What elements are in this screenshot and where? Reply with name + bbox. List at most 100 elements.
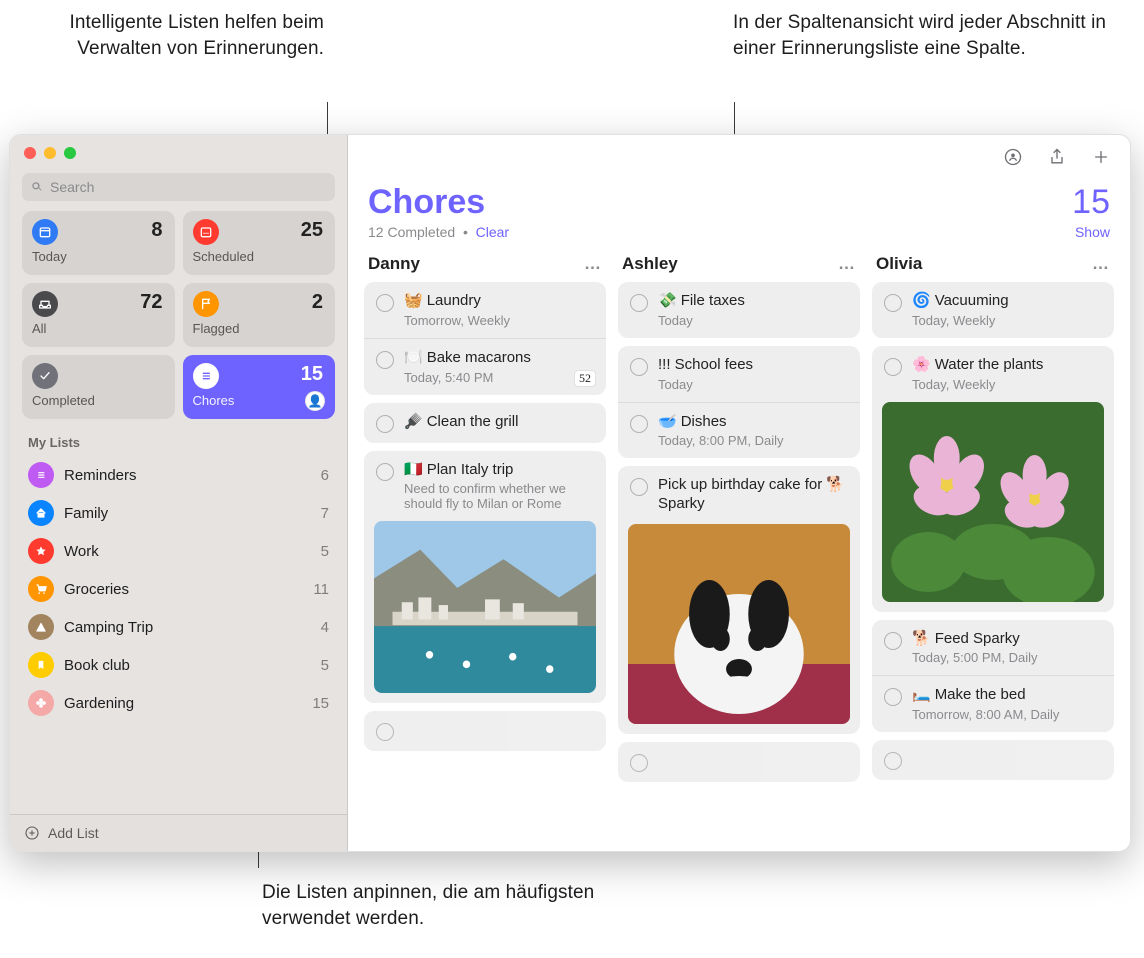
reminder-item[interactable]: 🌸Water the plantsToday, Weekly [872, 346, 1114, 402]
reminder-item[interactable]: 🧺LaundryTomorrow, Weekly [364, 282, 606, 338]
list-count: 7 [321, 505, 329, 522]
star-icon [28, 538, 54, 564]
column-title: Danny [368, 254, 420, 274]
add-list-button[interactable]: Add List [10, 814, 347, 851]
search-input[interactable]: Search [22, 173, 335, 201]
sidebar-item-camping-trip[interactable]: Camping Trip 4 [16, 608, 341, 646]
smart-list-label: Flagged [193, 321, 326, 336]
complete-toggle[interactable] [376, 351, 394, 369]
list-count: 15 [312, 695, 329, 712]
reminder-title: 🌀Vacuuming [912, 292, 1102, 311]
complete-toggle[interactable] [884, 632, 902, 650]
reminder-item[interactable]: 🥣DishesToday, 8:00 PM, Daily [618, 402, 860, 459]
complete-toggle[interactable] [376, 294, 394, 312]
reminder-item[interactable]: !!! School feesToday [618, 346, 860, 402]
reminder-item[interactable]: 🐕Feed SparkyToday, 5:00 PM, Daily [872, 620, 1114, 676]
reminder-item[interactable]: 🍽️Bake macaronsToday, 5:40 PM52 [364, 338, 606, 395]
sidebar: Search Today 8 Scheduled 25 All 72 Flagg… [10, 135, 348, 851]
reminder-item[interactable]: 🇮🇹Plan Italy tripNeed to confirm whether… [364, 451, 606, 522]
completed-count: 12 Completed [368, 224, 455, 240]
tray-icon [32, 291, 58, 317]
new-reminder-placeholder[interactable] [618, 742, 860, 782]
new-reminder-placeholder[interactable] [872, 740, 1114, 780]
reminder-item[interactable]: 🌀Vacuuming Today, Weekly [872, 282, 1114, 338]
sidebar-item-gardening[interactable]: Gardening 15 [16, 684, 341, 722]
reminder-image [374, 521, 596, 693]
complete-toggle[interactable] [884, 752, 902, 770]
reminder-subtitle: Today, 8:00 PM, Daily [658, 433, 848, 448]
callout-smart-lists: Intelligente Listen helfen beim Verwalte… [4, 10, 324, 61]
reminder-title: 🇮🇹Plan Italy trip [404, 461, 594, 480]
shared-avatar: 👤 [305, 391, 325, 411]
reminder-title: 🪮Clean the grill [404, 413, 594, 432]
sidebar-item-book-club[interactable]: Book club 5 [16, 646, 341, 684]
sidebar-item-work[interactable]: Work 5 [16, 532, 341, 570]
complete-toggle[interactable] [376, 463, 394, 481]
new-reminder-placeholder[interactable] [364, 711, 606, 751]
column-title: Ashley [622, 254, 678, 274]
clear-completed-button[interactable]: Clear [476, 224, 509, 240]
smart-list-completed[interactable]: Completed [22, 355, 175, 419]
new-reminder-button[interactable] [1090, 146, 1112, 168]
complete-toggle[interactable] [884, 294, 902, 312]
search-icon [30, 180, 44, 194]
complete-toggle[interactable] [376, 415, 394, 433]
smart-list-count: 15 [301, 363, 323, 386]
smart-list-count: 2 [312, 291, 323, 314]
list-header: Chores 15 12 Completed • Clear Show [348, 179, 1130, 244]
complete-toggle[interactable] [884, 688, 902, 706]
complete-toggle[interactable] [630, 358, 648, 376]
reminders-window: Search Today 8 Scheduled 25 All 72 Flagg… [9, 134, 1131, 852]
complete-toggle[interactable] [376, 723, 394, 741]
complete-toggle[interactable] [630, 754, 648, 772]
zoom-window-button[interactable] [64, 147, 76, 159]
smart-list-flagged[interactable]: Flagged 2 [183, 283, 336, 347]
show-completed-button[interactable]: Show [1075, 224, 1110, 240]
complete-toggle[interactable] [884, 358, 902, 376]
smart-list-today[interactable]: Today 8 [22, 211, 175, 275]
collaborate-button[interactable] [1002, 146, 1024, 168]
reminder-card [872, 740, 1114, 780]
person-badge-icon [1003, 147, 1023, 167]
share-button[interactable] [1046, 146, 1068, 168]
reminder-item[interactable]: 🛏️Make the bedTomorrow, 8:00 AM, Daily [872, 675, 1114, 732]
column-menu-button[interactable]: … [584, 254, 602, 274]
smart-list-scheduled[interactable]: Scheduled 25 [183, 211, 336, 275]
list-count: 5 [321, 657, 329, 674]
reminder-title: 🧺Laundry [404, 292, 594, 311]
column-menu-button[interactable]: … [1092, 254, 1110, 274]
smart-list-chores[interactable]: Chores 15 👤 [183, 355, 336, 419]
reminder-card: 💸File taxesToday [618, 282, 860, 338]
complete-toggle[interactable] [630, 415, 648, 433]
reminder-card [364, 711, 606, 751]
reminder-item[interactable]: 💸File taxesToday [618, 282, 860, 338]
list-name: Book club [64, 657, 311, 674]
complete-toggle[interactable] [630, 478, 648, 496]
sidebar-item-reminders[interactable]: Reminders 6 [16, 456, 341, 494]
column-menu-button[interactable]: … [838, 254, 856, 274]
sidebar-item-groceries[interactable]: Groceries 11 [16, 570, 341, 608]
reminder-subtitle: Today, Weekly [912, 313, 1102, 328]
reminder-title: 💸File taxes [658, 292, 848, 311]
list-name: Work [64, 543, 311, 560]
my-lists-header: My Lists [10, 419, 347, 456]
smart-list-all[interactable]: All 72 [22, 283, 175, 347]
minimize-window-button[interactable] [44, 147, 56, 159]
reminder-card: Pick up birthday cake for 🐕 Sparky [618, 466, 860, 734]
smart-list-label: Completed [32, 393, 165, 408]
close-window-button[interactable] [24, 147, 36, 159]
flag-icon [193, 291, 219, 317]
sidebar-item-family[interactable]: Family 7 [16, 494, 341, 532]
list-count: 5 [321, 543, 329, 560]
complete-toggle[interactable] [630, 294, 648, 312]
smart-list-label: Scheduled [193, 249, 326, 264]
plus-circle-icon [24, 825, 40, 841]
list-icon [28, 462, 54, 488]
reminder-subtitle: Today, 5:00 PM, Daily [912, 650, 1102, 665]
reminder-item[interactable]: Pick up birthday cake for 🐕 Sparky [618, 466, 860, 524]
tent-icon [28, 614, 54, 640]
reminder-card: 🧺LaundryTomorrow, Weekly🍽️Bake macaronsT… [364, 282, 606, 395]
column-title: Olivia [876, 254, 922, 274]
main-panel: Chores 15 12 Completed • Clear Show Dann… [348, 135, 1130, 851]
reminder-item[interactable]: 🪮Clean the grill [364, 403, 606, 443]
